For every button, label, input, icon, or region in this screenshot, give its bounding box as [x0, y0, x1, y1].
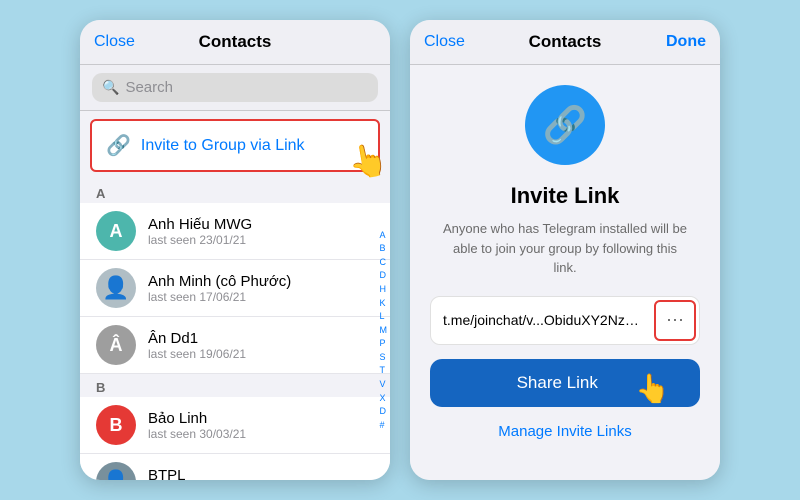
- right-phone-screen: Close Contacts Done 🔗 Invite Link Anyone…: [410, 20, 720, 480]
- avatar: 👤: [96, 462, 136, 480]
- left-close-button[interactable]: Close: [94, 33, 135, 51]
- list-item[interactable]: Â Ân Dd1 last seen 19/06/21: [80, 317, 390, 374]
- more-icon: ⋯: [666, 310, 684, 331]
- right-header-title: Contacts: [529, 32, 602, 52]
- invite-link-desc: Anyone who has Telegram installed will b…: [430, 219, 700, 278]
- search-bar: 🔍 Search: [80, 65, 390, 111]
- right-header: Close Contacts Done: [410, 20, 720, 65]
- section-a-label: A: [80, 180, 390, 203]
- invite-row[interactable]: 🔗 Invite to Group via Link 👆: [90, 119, 380, 172]
- avatar: Â: [96, 325, 136, 365]
- avatar: 👤: [96, 268, 136, 308]
- list-item[interactable]: 👤 BTPL last seen 30/05/21: [80, 454, 390, 480]
- list-item[interactable]: B Bảo Linh last seen 30/03/21: [80, 397, 390, 454]
- contact-info: Ân Dd1 last seen 19/06/21: [148, 330, 374, 361]
- search-input-wrap[interactable]: 🔍 Search: [92, 73, 378, 102]
- contact-sub: last seen 17/06/21: [148, 290, 374, 304]
- contact-sub: last seen 23/01/21: [148, 233, 374, 247]
- done-button[interactable]: Done: [666, 33, 706, 51]
- contact-name: Ân Dd1: [148, 330, 374, 347]
- contact-info: Bảo Linh last seen 30/03/21: [148, 410, 374, 441]
- search-placeholder: Search: [125, 79, 173, 96]
- manage-invite-links-button[interactable]: Manage Invite Links: [498, 423, 631, 440]
- contact-info: Anh Hiếu MWG last seen 23/01/21: [148, 216, 374, 247]
- contact-sub: last seen 30/03/21: [148, 427, 374, 441]
- invite-row-label: Invite to Group via Link: [141, 137, 305, 155]
- hand-cursor-right-icon: 👆: [635, 372, 670, 405]
- list-item[interactable]: A Anh Hiếu MWG last seen 23/01/21: [80, 203, 390, 260]
- alpha-index: ABCD HKLM PSTV XD#: [380, 180, 388, 480]
- left-header-title: Contacts: [199, 32, 272, 52]
- contact-info: Anh Minh (cô Phước) last seen 17/06/21: [148, 273, 374, 304]
- link-icon: 🔗: [106, 133, 131, 158]
- search-icon: 🔍: [102, 79, 119, 96]
- contact-name: BTPL: [148, 467, 374, 481]
- more-options-button[interactable]: ⋯: [654, 300, 696, 341]
- left-phone-screen: Close Contacts 🔍 Search 🔗 Invite to Grou…: [80, 20, 390, 480]
- contacts-list: A A Anh Hiếu MWG last seen 23/01/21 👤 An…: [80, 180, 390, 480]
- share-btn-label: Share Link: [444, 373, 598, 392]
- right-content: 🔗 Invite Link Anyone who has Telegram in…: [410, 65, 720, 480]
- left-header: Close Contacts: [80, 20, 390, 65]
- contact-sub: last seen 19/06/21: [148, 347, 374, 361]
- link-text: t.me/joinchat/v...ObiduXY2Nzc1: [431, 302, 651, 338]
- contact-name: Anh Minh (cô Phước): [148, 273, 374, 290]
- contact-name: Bảo Linh: [148, 410, 374, 427]
- right-close-button[interactable]: Close: [424, 33, 465, 51]
- share-link-button[interactable]: Share Link 👆: [430, 359, 700, 407]
- list-item[interactable]: 👤 Anh Minh (cô Phước) last seen 17/06/21: [80, 260, 390, 317]
- section-b-label: B: [80, 374, 390, 397]
- invite-link-title: Invite Link: [511, 183, 620, 209]
- avatar: B: [96, 405, 136, 445]
- link-icon-circle: 🔗: [525, 85, 605, 165]
- avatar: A: [96, 211, 136, 251]
- link-icon-symbol: 🔗: [543, 104, 588, 146]
- hand-cursor-icon: 👆: [345, 139, 390, 183]
- link-input-row: t.me/joinchat/v...ObiduXY2Nzc1 ⋯: [430, 296, 700, 345]
- contact-info: BTPL last seen 30/05/21: [148, 467, 374, 481]
- contact-name: Anh Hiếu MWG: [148, 216, 374, 233]
